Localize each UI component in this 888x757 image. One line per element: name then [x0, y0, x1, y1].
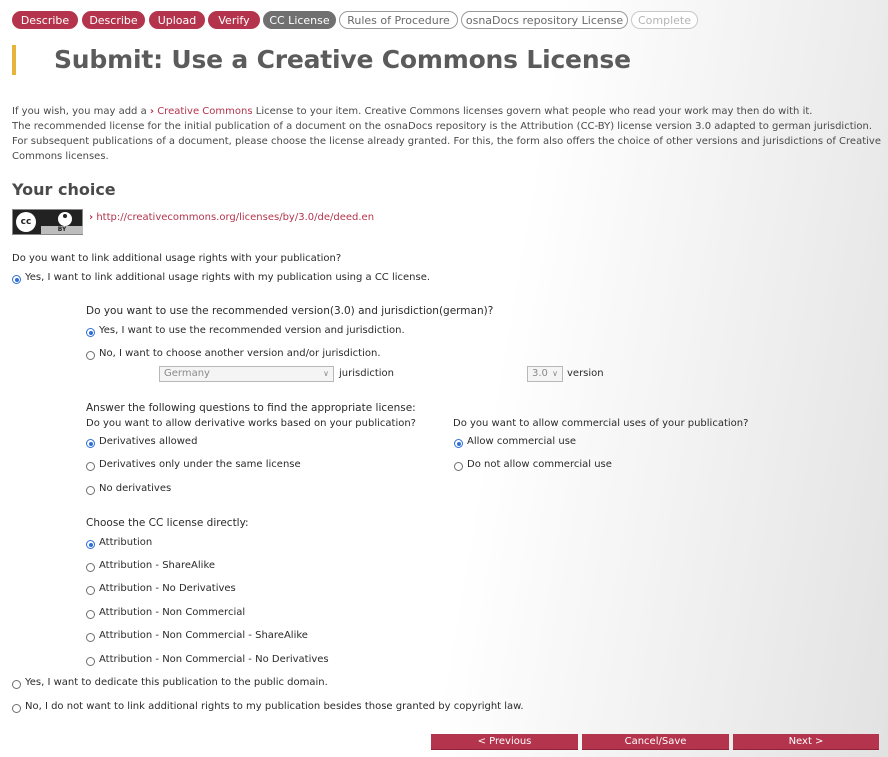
- radio-attribution-noncommercial[interactable]: [86, 610, 95, 619]
- next-button[interactable]: Next >: [733, 734, 879, 750]
- derivative-question: Do you want to allow derivative works ba…: [86, 418, 416, 429]
- radio-attribution-sharealike-label: Attribution - ShareAlike: [99, 560, 216, 571]
- radio-attribution-noderivs-label: Attribution - No Derivatives: [99, 583, 236, 594]
- version-select[interactable]: 3.0 ∨: [527, 366, 563, 382]
- radio-recommended-no[interactable]: [86, 351, 95, 360]
- intro-text: If you wish, you may add a: [12, 106, 150, 117]
- radio-attribution[interactable]: [86, 540, 95, 549]
- radio-derivatives-allowed-label: Derivatives allowed: [99, 436, 198, 447]
- your-choice-heading: Your choice: [12, 180, 116, 199]
- radio-attribution-sharealike[interactable]: [86, 563, 95, 572]
- chevron-right-icon: ›: [89, 212, 94, 223]
- radio-public-domain-label: Yes, I want to dedicate this publication…: [25, 677, 328, 688]
- radio-no-additional-rights-label: No, I do not want to link additional rig…: [25, 701, 524, 712]
- step-verify[interactable]: Verify: [208, 11, 260, 29]
- intro-text-post: License to your item. Creative Commons l…: [252, 106, 813, 117]
- radio-attribution-nc-noderivs-label: Attribution - Non Commercial - No Deriva…: [99, 654, 329, 665]
- radio-derivatives-allowed[interactable]: [86, 439, 95, 448]
- by-label: BY: [41, 226, 83, 234]
- commercial-question: Do you want to allow commercial uses of …: [453, 418, 749, 429]
- link-rights-question: Do you want to link additional usage rig…: [12, 253, 342, 264]
- intro-line-3: For subsequent publications of a documen…: [12, 136, 881, 147]
- jurisdiction-value: Germany: [164, 368, 210, 379]
- recommended-question: Do you want to use the recommended versi…: [86, 305, 494, 317]
- radio-attribution-noderivs[interactable]: [86, 586, 95, 595]
- radio-disallow-commercial-label: Do not allow commercial use: [467, 459, 612, 470]
- intro-line-1: If you wish, you may add a › Creative Co…: [12, 104, 872, 119]
- radio-no-derivatives-label: No derivatives: [99, 483, 172, 494]
- cc-logo-icon: cc: [16, 212, 36, 232]
- cc-by-badge-icon: cc BY: [12, 209, 83, 235]
- jurisdiction-label: jurisdiction: [339, 368, 394, 379]
- radio-attribution-nc-noderivs[interactable]: [86, 657, 95, 666]
- step-upload[interactable]: Upload: [149, 11, 205, 29]
- page-title: Submit: Use a Creative Commons License: [54, 45, 631, 74]
- questions-heading: Answer the following questions to find t…: [86, 402, 416, 414]
- step-describe-1[interactable]: Describe: [12, 11, 78, 29]
- version-value: 3.0: [532, 368, 548, 379]
- license-url-row: › http://creativecommons.org/licenses/by…: [89, 212, 374, 223]
- chevron-down-icon: ∨: [552, 369, 558, 378]
- radio-derivatives-same-license[interactable]: [86, 462, 95, 471]
- radio-disallow-commercial[interactable]: [454, 462, 463, 471]
- person-icon: [57, 211, 73, 227]
- radio-derivatives-same-license-label: Derivatives only under the same license: [99, 459, 301, 470]
- license-url-link[interactable]: http://creativecommons.org/licenses/by/3…: [96, 212, 374, 223]
- step-osnadocs-license: osnaDocs repository License: [461, 11, 628, 29]
- radio-recommended-yes-label: Yes, I want to use the recommended versi…: [99, 325, 405, 336]
- radio-attribution-noncommercial-label: Attribution - Non Commercial: [99, 607, 246, 618]
- radio-recommended-yes[interactable]: [86, 328, 95, 337]
- title-accent-bar: [12, 45, 16, 75]
- version-label: version: [567, 368, 604, 379]
- radio-attribution-label: Attribution: [99, 537, 153, 548]
- jurisdiction-select[interactable]: Germany ∨: [159, 366, 334, 382]
- step-cc-license: CC License: [263, 11, 336, 29]
- radio-no-additional-rights[interactable]: [12, 704, 21, 713]
- radio-public-domain[interactable]: [12, 680, 21, 689]
- radio-no-derivatives[interactable]: [86, 486, 95, 495]
- chevron-right-icon: ›: [149, 106, 155, 117]
- radio-allow-commercial[interactable]: [454, 439, 463, 448]
- chevron-down-icon: ∨: [323, 369, 329, 378]
- direct-license-heading: Choose the CC license directly:: [86, 517, 249, 529]
- intro-line-2: The recommended license for the initial …: [12, 121, 873, 132]
- intro-line-4: Commons licenses.: [12, 151, 109, 162]
- cancel-save-button[interactable]: Cancel/Save: [582, 734, 729, 750]
- radio-attribution-nc-sharealike-label: Attribution - Non Commercial - ShareAlik…: [99, 630, 308, 641]
- step-complete: Complete: [631, 11, 698, 29]
- radio-allow-commercial-label: Allow commercial use: [467, 436, 577, 447]
- step-rules-of-procedure: Rules of Procedure: [339, 11, 458, 29]
- previous-button[interactable]: < Previous: [431, 734, 578, 750]
- radio-attribution-nc-sharealike[interactable]: [86, 633, 95, 642]
- radio-yes-cc[interactable]: [12, 275, 21, 284]
- radio-yes-cc-label: Yes, I want to link additional usage rig…: [25, 272, 431, 283]
- creative-commons-link[interactable]: Creative Commons: [157, 106, 252, 117]
- radio-recommended-no-label: No, I want to choose another version and…: [99, 348, 381, 359]
- step-describe-2[interactable]: Describe: [82, 11, 145, 29]
